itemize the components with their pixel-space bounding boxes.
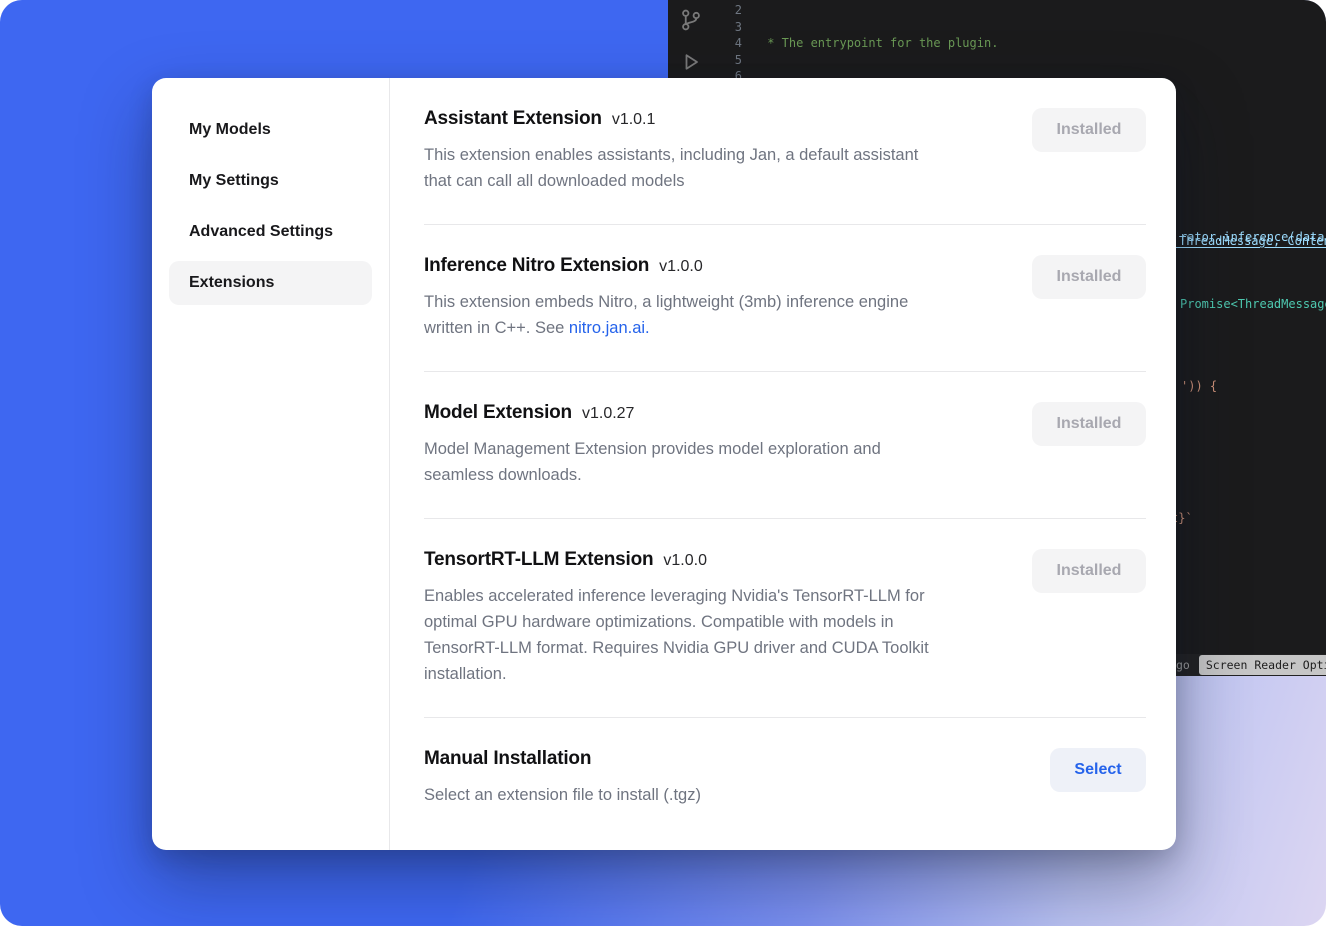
extension-title: Model Extension [424, 402, 572, 424]
extension-version: v1.0.1 [612, 111, 656, 129]
extension-version: v1.0.0 [663, 552, 707, 570]
installed-button[interactable]: Installed [1032, 549, 1146, 593]
manual-installation-description: Select an extension file to install (.tg… [424, 782, 701, 808]
installed-button[interactable]: Installed [1032, 108, 1146, 152]
run-debug-icon[interactable] [679, 50, 703, 74]
code-fragment: ')) { [1181, 378, 1217, 395]
extension-title: TensortRT-LLM Extension [424, 549, 653, 571]
code-line: * The entrypoint for the plugin. [760, 35, 1326, 52]
extensions-list: Assistant Extension v1.0.1 This extensio… [390, 78, 1176, 850]
extension-title: Inference Nitro Extension [424, 255, 649, 277]
extension-description: This extension enables assistants, inclu… [424, 142, 918, 194]
select-file-button[interactable]: Select [1050, 748, 1146, 792]
extension-description: Model Management Extension provides mode… [424, 436, 881, 488]
installed-button[interactable]: Installed [1032, 402, 1146, 446]
installed-button[interactable]: Installed [1032, 255, 1146, 299]
extension-title: Assistant Extension [424, 108, 602, 130]
settings-sidebar: My Models My Settings Advanced Settings … [152, 78, 390, 850]
extension-description: Enables accelerated inference leveraging… [424, 583, 929, 687]
extension-row-inference-nitro: Inference Nitro Extension v1.0.0 This ex… [424, 225, 1146, 372]
code-fragment: Promise<ThreadMessage> [1180, 296, 1326, 313]
extension-description: This extension embeds Nitro, a lightweig… [424, 289, 908, 341]
extension-version: v1.0.0 [659, 258, 703, 276]
nitro-jan-ai-link[interactable]: nitro.jan.ai. [569, 319, 650, 337]
line-numbers: 2 3 4 5 6 [712, 2, 742, 85]
settings-modal: My Models My Settings Advanced Settings … [152, 78, 1176, 850]
status-text: go [1176, 657, 1190, 674]
screen-reader-badge[interactable]: Screen Reader Optimized [1199, 655, 1326, 676]
sidebar-item-my-models[interactable]: My Models [169, 108, 372, 152]
code-fragment: rator.inference(data)); [1180, 229, 1326, 246]
extension-row-tensorrt-llm: TensortRT-LLM Extension v1.0.0 Enables a… [424, 519, 1146, 718]
sidebar-item-advanced-settings[interactable]: Advanced Settings [169, 210, 372, 254]
sidebar-item-extensions[interactable]: Extensions [169, 261, 372, 305]
extension-row-model: Model Extension v1.0.27 Model Management… [424, 372, 1146, 519]
extension-row-assistant: Assistant Extension v1.0.1 This extensio… [424, 78, 1146, 225]
sidebar-item-my-settings[interactable]: My Settings [169, 159, 372, 203]
desktop: 2 3 4 5 6 * The entrypoint for the plugi… [0, 0, 1326, 926]
manual-installation-row: Manual Installation Select an extension … [424, 718, 1146, 838]
source-control-icon[interactable] [679, 8, 703, 32]
manual-installation-title: Manual Installation [424, 748, 591, 770]
extension-version: v1.0.27 [582, 405, 634, 423]
